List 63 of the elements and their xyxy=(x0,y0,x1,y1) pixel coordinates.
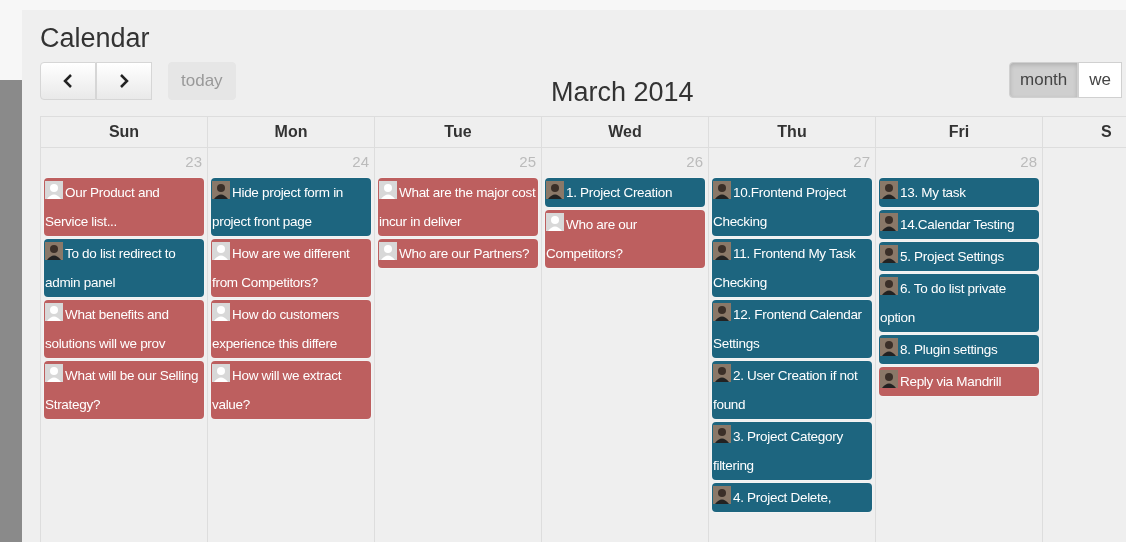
weekday-header: Tue xyxy=(375,115,542,148)
user-silhouette-icon xyxy=(212,302,230,321)
calendar-event[interactable]: Who are our Partners? xyxy=(378,238,538,268)
calendar-event[interactable]: 2. User Creation if not found xyxy=(712,360,872,419)
weekday-header: Wed xyxy=(542,115,709,148)
user-silhouette-icon xyxy=(45,180,63,199)
chevron-left-icon xyxy=(63,73,73,88)
user-silhouette-icon xyxy=(45,302,63,321)
calendar-event[interactable]: 13. My task xyxy=(879,177,1039,207)
view-tab[interactable]: we xyxy=(1078,61,1122,98)
weekday-header: Fri xyxy=(876,115,1043,148)
calendar-event[interactable]: 4. Project Delete, xyxy=(712,482,872,512)
calendar-event[interactable]: Hide project form in project front page xyxy=(211,177,371,236)
calendar-event[interactable]: Our Product and Service list... xyxy=(44,177,204,236)
calendar-event[interactable]: 3. Project Category filtering xyxy=(712,421,872,480)
user-avatar-icon xyxy=(880,212,898,231)
weekday-header: S xyxy=(1043,115,1126,148)
user-avatar-icon xyxy=(713,424,731,443)
user-avatar-icon xyxy=(546,180,564,199)
user-avatar-icon xyxy=(880,369,898,388)
calendar-event[interactable]: 8. Plugin settings xyxy=(879,334,1039,364)
calendar-event[interactable]: 14.Calendar Testing xyxy=(879,209,1039,239)
user-silhouette-icon xyxy=(212,241,230,260)
calendar-event[interactable]: 10.Frontend Project Checking xyxy=(712,177,872,236)
previous-button[interactable] xyxy=(40,61,96,100)
calendar-event[interactable]: Reply via Mandrill xyxy=(879,366,1039,396)
user-avatar-icon xyxy=(713,363,731,382)
user-avatar-icon xyxy=(713,485,731,504)
weekday-header: Mon xyxy=(208,115,375,148)
user-silhouette-icon xyxy=(546,212,564,231)
page-title: Calendar xyxy=(40,24,151,54)
user-silhouette-icon xyxy=(212,363,230,382)
user-avatar-icon xyxy=(713,241,731,260)
calendar-event[interactable]: To do list redirect to admin panel xyxy=(44,238,204,297)
user-silhouette-icon xyxy=(379,180,397,199)
user-avatar-icon xyxy=(45,241,63,260)
calendar-event[interactable]: Who are our Competitors? xyxy=(545,209,705,268)
user-avatar-icon xyxy=(880,337,898,356)
calendar-event[interactable]: How are we different from Competitors? xyxy=(211,238,371,297)
month-title: March 2014 xyxy=(550,75,695,109)
next-button[interactable] xyxy=(96,61,152,100)
calendar-event[interactable]: How do customers experience this differe xyxy=(211,299,371,358)
calendar-event[interactable]: What are the major cost incur in deliver xyxy=(378,177,538,236)
user-silhouette-icon xyxy=(45,363,63,382)
chevron-right-icon xyxy=(119,73,129,88)
calendar-event[interactable]: 12. Frontend Calendar Settings xyxy=(712,299,872,358)
calendar-event[interactable]: What benefits and solutions will we prov xyxy=(44,299,204,358)
calendar-event[interactable]: 5. Project Settings xyxy=(879,241,1039,271)
calendar-event[interactable]: What will be our Selling Strategy? xyxy=(44,360,204,419)
user-avatar-icon xyxy=(880,180,898,199)
user-silhouette-icon xyxy=(379,241,397,260)
user-avatar-icon xyxy=(880,244,898,263)
user-avatar-icon xyxy=(713,180,731,199)
calendar-event[interactable]: 6. To do list private option xyxy=(879,273,1039,332)
weekday-header: Thu xyxy=(709,115,876,148)
user-avatar-icon xyxy=(713,302,731,321)
user-avatar-icon xyxy=(212,180,230,199)
calendar-event[interactable]: 1. Project Creation xyxy=(545,177,705,207)
user-avatar-icon xyxy=(880,276,898,295)
calendar-event[interactable]: 11. Frontend My Task Checking xyxy=(712,238,872,297)
weekday-header: Sun xyxy=(41,115,208,148)
view-tab[interactable]: month xyxy=(1009,61,1079,98)
calendar-event[interactable]: How will we extract value? xyxy=(211,360,371,419)
